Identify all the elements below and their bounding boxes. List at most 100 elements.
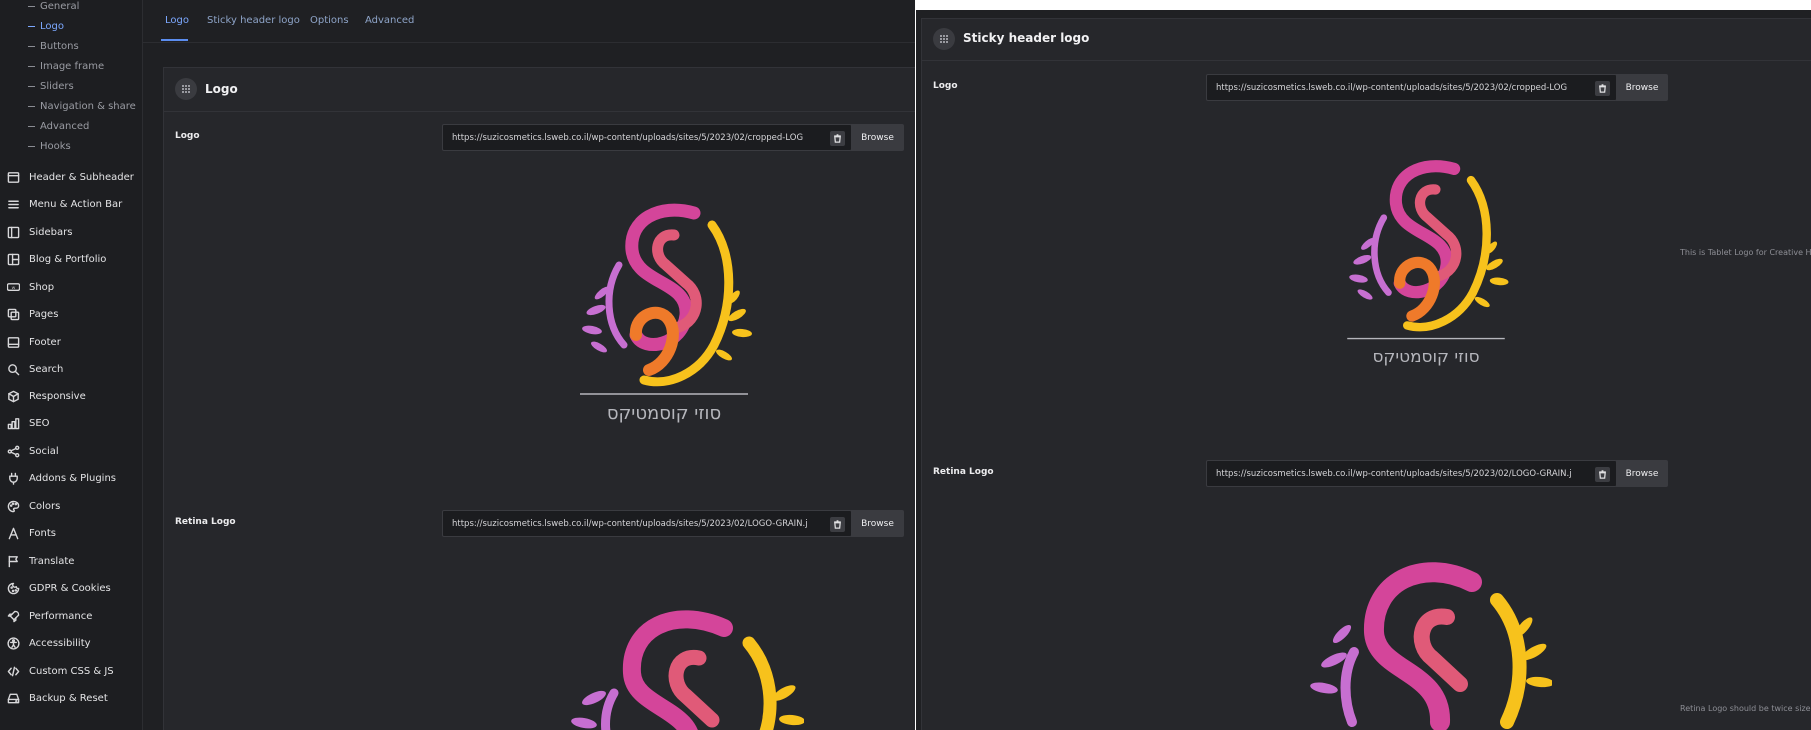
retina-logo-url-value: https://suzicosmetics.lsweb.co.il/wp-con…	[452, 519, 808, 529]
share-icon	[6, 444, 20, 458]
trash-icon[interactable]	[830, 517, 845, 532]
logo-url-input[interactable]: https://suzicosmetics.lsweb.co.il/wp-con…	[1206, 74, 1617, 101]
pages-icon	[6, 307, 20, 321]
logo-preview-image: סוזי קוסמטיקס	[580, 203, 752, 424]
sidebar-sub-item-general[interactable]: General	[28, 1, 79, 12]
responsive-icon	[6, 389, 20, 403]
logo-url-input[interactable]: https://suzicosmetics.lsweb.co.il/wp-con…	[442, 124, 852, 151]
logo-browse-button[interactable]: Browse	[851, 124, 904, 151]
logo-field-label: Logo	[175, 131, 200, 141]
sidebar-item-custom-css-js[interactable]: Custom CSS & JS	[6, 662, 114, 680]
sidebar-item-accessibility[interactable]: Accessibility	[6, 634, 91, 652]
logo-preview-image: סוזי קוסמטיקס	[1347, 160, 1509, 366]
tab-bar: Logo Sticky header logo Options Advanced	[143, 0, 915, 43]
dash-icon	[28, 45, 35, 47]
palette-icon	[6, 499, 20, 513]
theme-options-sidebar: General Logo Buttons Image frame Sliders…	[0, 0, 143, 730]
logo-help-text: This is Tablet Logo for Creative H	[1680, 248, 1811, 257]
sidebar-sub-item-buttons[interactable]: Buttons	[28, 41, 79, 52]
dash-icon	[28, 65, 35, 67]
retina-logo-url-input[interactable]: https://suzicosmetics.lsweb.co.il/wp-con…	[1206, 460, 1617, 487]
logo-panel: Logo Logo https://suzicosmetics.lsweb.co…	[163, 67, 915, 730]
plug-icon	[6, 471, 20, 485]
options-content: Logo Sticky header logo Options Advanced…	[143, 0, 915, 730]
sidebar-sub-item-hooks[interactable]: Hooks	[28, 141, 71, 152]
sidebar-icon	[6, 225, 20, 239]
right-window: Sticky header logo Logo https://suzicosm…	[916, 0, 1811, 730]
sidebar-item-sidebars[interactable]: Sidebars	[6, 223, 72, 241]
svg-text:W: W	[11, 285, 15, 289]
retina-logo-field-label: Retina Logo	[175, 517, 236, 527]
trash-icon[interactable]	[830, 131, 845, 146]
sticky-header-logo-panel: Sticky header logo Logo https://suzicosm…	[921, 18, 1811, 730]
top-white-bar	[916, 0, 1811, 10]
retina-logo-browse-button[interactable]: Browse	[851, 510, 904, 537]
sidebar-sub-item-advanced[interactable]: Advanced	[28, 121, 89, 132]
menu-icon	[6, 197, 20, 211]
retina-logo-browse-button[interactable]: Browse	[1616, 460, 1668, 487]
dash-icon	[28, 105, 35, 107]
logo-url-value: https://suzicosmetics.lsweb.co.il/wp-con…	[452, 133, 804, 143]
panel-header: Sticky header logo	[922, 19, 1811, 61]
sidebar-item-pages[interactable]: Pages	[6, 305, 58, 323]
sidebar-item-seo[interactable]: SEO	[6, 414, 50, 432]
code-icon	[6, 664, 20, 678]
panel-title: Sticky header logo	[963, 31, 1090, 45]
dash-icon	[28, 25, 35, 27]
retina-logo-url-input[interactable]: https://suzicosmetics.lsweb.co.il/wp-con…	[442, 510, 852, 537]
dash-icon	[28, 145, 35, 147]
tab-sticky-header-logo[interactable]: Sticky header logo	[207, 15, 300, 26]
cookie-icon	[6, 581, 20, 595]
sidebar-item-blog-portfolio[interactable]: Blog & Portfolio	[6, 250, 106, 268]
drag-handle-icon[interactable]	[175, 78, 197, 100]
header-icon	[6, 170, 20, 184]
blog-icon	[6, 252, 20, 266]
dash-icon	[28, 5, 35, 7]
drive-icon	[6, 691, 20, 705]
tab-advanced[interactable]: Advanced	[365, 15, 414, 26]
seo-icon	[6, 416, 20, 430]
sidebar-sub-item-sliders[interactable]: Sliders	[28, 81, 74, 92]
left-window: General Logo Buttons Image frame Sliders…	[0, 0, 915, 730]
sidebar-item-colors[interactable]: Colors	[6, 497, 60, 515]
sidebar-item-backup-reset[interactable]: Backup & Reset	[6, 689, 108, 707]
sidebar-item-responsive[interactable]: Responsive	[6, 387, 86, 405]
sidebar-sub-item-navigation-share[interactable]: Navigation & share	[28, 101, 136, 112]
logo-field-label: Logo	[933, 81, 958, 91]
sidebar-item-header-subheader[interactable]: Header & Subheader	[6, 168, 134, 186]
woo-icon: W	[6, 280, 20, 294]
search-icon	[6, 362, 20, 376]
retina-logo-url-value: https://suzicosmetics.lsweb.co.il/wp-con…	[1216, 469, 1572, 479]
logo-url-value: https://suzicosmetics.lsweb.co.il/wp-con…	[1216, 83, 1568, 93]
panel-header: Logo	[164, 68, 915, 112]
sidebar-sub-item-logo[interactable]: Logo	[28, 21, 64, 32]
panel-title: Logo	[205, 82, 238, 96]
logo-caption-text: סוזי קוסמטיקס	[607, 403, 721, 424]
sidebar-item-gdpr-cookies[interactable]: GDPR & Cookies	[6, 579, 111, 597]
footer-icon	[6, 335, 20, 349]
active-tab-indicator	[161, 39, 188, 41]
sidebar-item-social[interactable]: Social	[6, 442, 59, 460]
dash-icon	[28, 85, 35, 87]
accessibility-icon	[6, 636, 20, 650]
trash-icon[interactable]	[1595, 81, 1610, 96]
logo-browse-button[interactable]: Browse	[1616, 74, 1668, 101]
trash-icon[interactable]	[1595, 467, 1610, 482]
sidebar-item-translate[interactable]: Translate	[6, 552, 74, 570]
sidebar-item-search[interactable]: Search	[6, 360, 63, 378]
sidebar-item-performance[interactable]: Performance	[6, 607, 92, 625]
drag-handle-icon[interactable]	[933, 28, 955, 50]
flag-icon	[6, 554, 20, 568]
sidebar-sub-item-image-frame[interactable]: Image frame	[28, 61, 104, 72]
sidebar-item-footer[interactable]: Footer	[6, 333, 61, 351]
rocket-icon	[6, 609, 20, 623]
retina-logo-help-text: Retina Logo should be twice size	[1680, 704, 1811, 713]
font-icon	[6, 526, 20, 540]
sidebar-item-fonts[interactable]: Fonts	[6, 524, 56, 542]
tab-options[interactable]: Options	[310, 15, 349, 26]
dash-icon	[28, 125, 35, 127]
sidebar-item-menu-action-bar[interactable]: Menu & Action Bar	[6, 195, 122, 213]
sidebar-item-shop[interactable]: W Shop	[6, 278, 54, 296]
sidebar-item-addons-plugins[interactable]: Addons & Plugins	[6, 469, 116, 487]
tab-logo[interactable]: Logo	[165, 15, 189, 26]
